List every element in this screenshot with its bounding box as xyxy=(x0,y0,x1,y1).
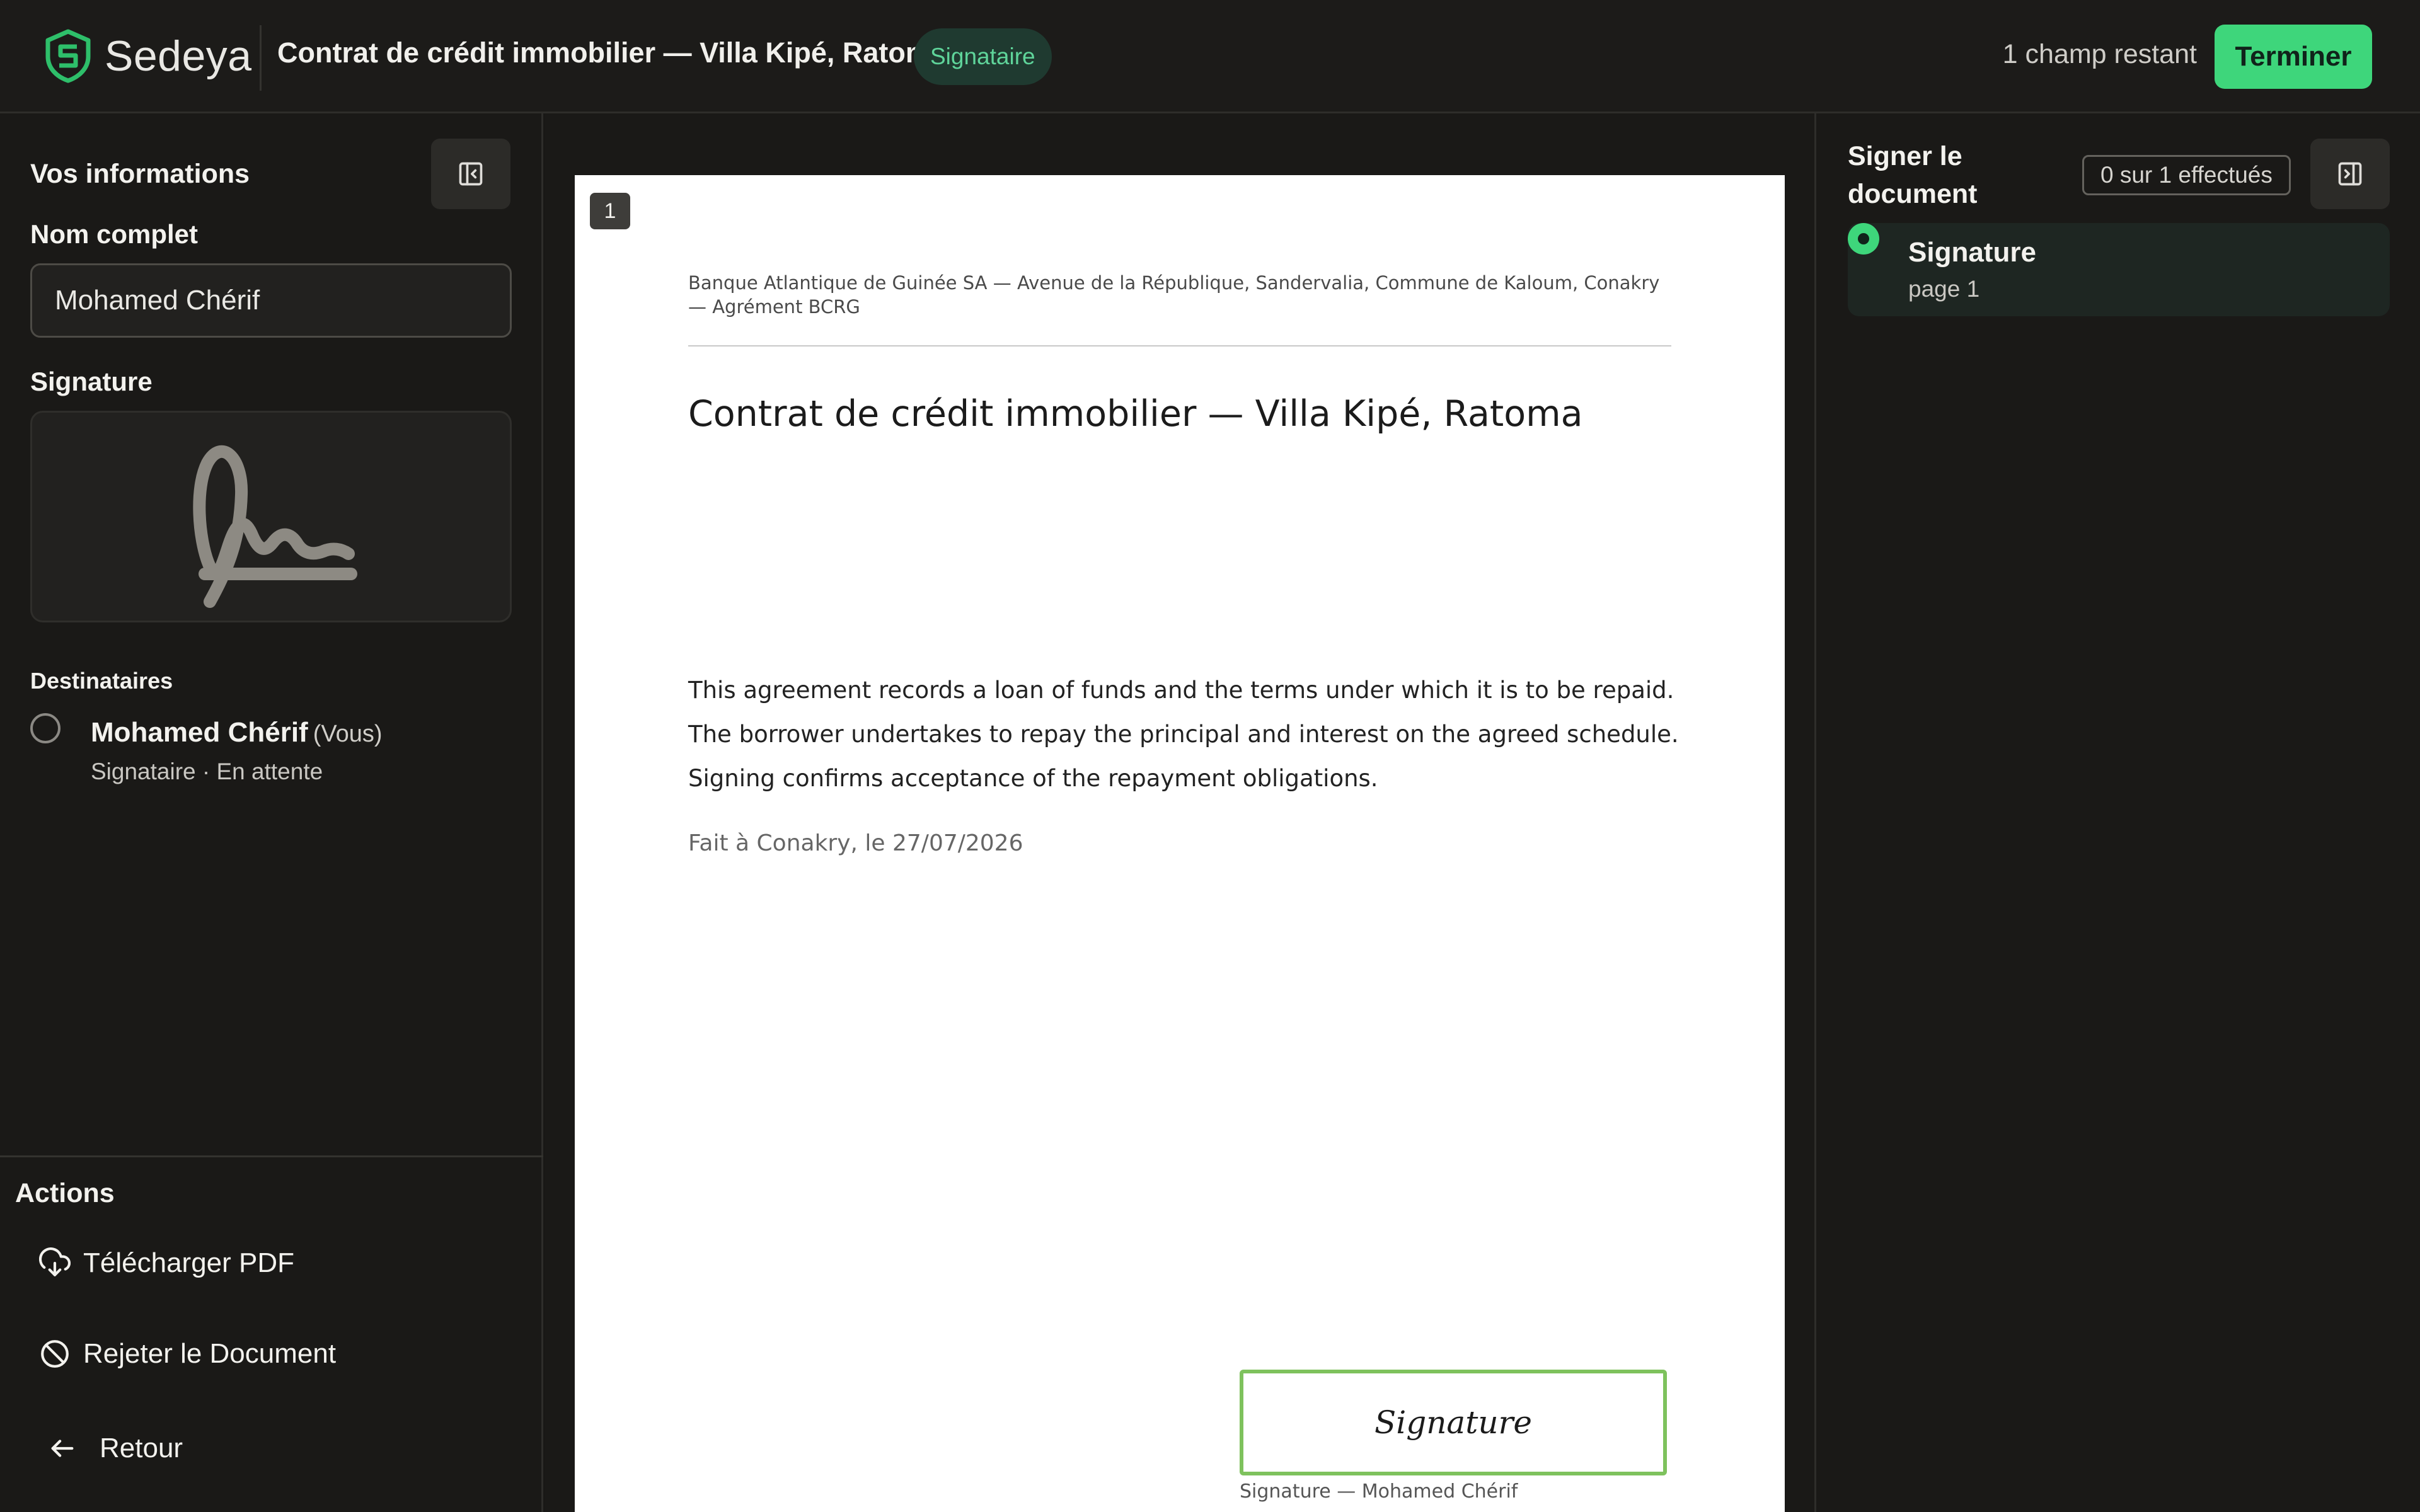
collapse-right-panel-button[interactable] xyxy=(2310,139,2390,209)
download-pdf-label: Télécharger PDF xyxy=(83,1247,295,1278)
signature-pad[interactable] xyxy=(30,411,512,622)
recipient-name-text: Mohamed Chérif xyxy=(91,717,308,748)
app-name: Sedeya xyxy=(105,32,252,80)
collapse-sidebar-button[interactable] xyxy=(431,139,510,209)
left-sidebar: Vos informations Nom complet Signature D… xyxy=(0,113,543,1512)
role-badge: Signataire xyxy=(914,28,1052,85)
signature-label: Signature xyxy=(30,367,153,396)
download-cloud-icon xyxy=(39,1247,71,1276)
reject-document-button[interactable]: Rejeter le Document xyxy=(39,1338,336,1370)
sign-document-title: Signer le document xyxy=(1848,141,1978,209)
sidebar-collapse-icon xyxy=(459,162,483,186)
finish-button[interactable]: Terminer xyxy=(2215,25,2372,89)
arrow-left-icon xyxy=(51,1440,74,1457)
letterhead: Banque Atlantique de Guinée SA — Avenue … xyxy=(688,272,1660,318)
sidebar-expand-icon xyxy=(2338,162,2362,186)
date-line: Fait à Conakry, le 27/07/2026 xyxy=(688,830,1023,856)
document-title: Contrat de crédit immobilier — Villa Kip… xyxy=(277,37,947,69)
full-name-input[interactable] xyxy=(30,263,512,338)
app-logo[interactable]: Sedeya xyxy=(44,29,252,83)
document-heading: Contrat de crédit immobilier — Villa Kip… xyxy=(688,393,1583,435)
field-item-label: Signature xyxy=(1908,237,2036,268)
your-info-title: Vos informations xyxy=(30,159,250,189)
full-name-label: Nom complet xyxy=(30,219,199,249)
right-sidebar: Signer le document 0 sur 1 effectués Sig… xyxy=(1814,113,2420,1512)
signature-drawing xyxy=(193,445,357,608)
header-divider xyxy=(260,25,262,91)
body-paragraph: The borrower undertakes to repay the pri… xyxy=(688,721,1679,748)
recipients-title: Destinataires xyxy=(30,668,173,694)
progress-badge: 0 sur 1 effectués xyxy=(2082,155,2291,195)
download-pdf-button[interactable]: Télécharger PDF xyxy=(39,1247,294,1279)
body-paragraph: This agreement records a loan of funds a… xyxy=(688,677,1674,704)
reject-document-label: Rejeter le Document xyxy=(83,1338,337,1369)
field-active-indicator xyxy=(1848,223,1879,255)
back-button[interactable]: Retour xyxy=(48,1433,183,1464)
signature-caption: Signature — Mohamed Chérif xyxy=(1240,1480,1518,1503)
field-item-page: page 1 xyxy=(1908,276,1980,302)
actions-title: Actions xyxy=(15,1178,115,1208)
back-label: Retour xyxy=(100,1433,183,1463)
body-paragraph: Signing confirms acceptance of the repay… xyxy=(688,765,1378,792)
page-number-badge: 1 xyxy=(590,193,630,229)
signature-field-label: Signature xyxy=(1374,1404,1533,1441)
sedeya-logo-icon xyxy=(45,29,91,83)
top-bar: Sedeya Contrat de crédit immobilier — Vi… xyxy=(0,0,2420,113)
actions-divider xyxy=(0,1155,543,1157)
signature-field[interactable]: Signature xyxy=(1240,1370,1667,1475)
recipient-you-tag: (Vous) xyxy=(313,721,383,747)
document-page: 1 Banque Atlantique de Guinée SA — Avenu… xyxy=(575,175,1785,1512)
recipient-name: Mohamed Chérif (Vous) xyxy=(91,717,383,748)
letterhead-rule xyxy=(688,345,1671,346)
remaining-fields-count: 1 champ restant xyxy=(2002,39,2197,69)
ban-icon xyxy=(41,1340,69,1368)
field-list-item[interactable]: Signature page 1 xyxy=(1848,223,2390,316)
recipient-status: Signataire · En attente xyxy=(91,759,323,784)
recipient-status-indicator xyxy=(30,713,60,743)
